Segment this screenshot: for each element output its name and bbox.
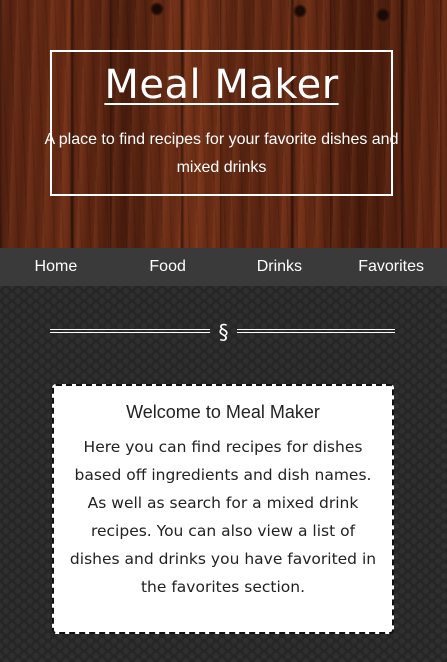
main-content: § Welcome to Meal Maker Here you can fin… [0,286,447,662]
site-subtitle: A place to find recipes for your favorit… [44,131,399,176]
hero-title-box: Meal Maker A place to find recipes for y… [45,50,398,196]
section-sign-icon: § [218,320,229,344]
wood-knot [150,2,164,16]
nav-home[interactable]: Home [0,258,112,276]
wood-knot [376,8,390,22]
wood-knot [293,4,307,18]
main-nav: Home Food Drinks Favorites [0,248,447,286]
section-divider: § [50,318,395,348]
welcome-card: Welcome to Meal Maker Here you can find … [52,384,394,634]
divider-line-left [50,329,210,333]
nav-favorites[interactable]: Favorites [335,258,447,276]
divider-line-right [237,329,395,333]
hero-banner: Meal Maker A place to find recipes for y… [0,0,447,248]
site-title[interactable]: Meal Maker [52,62,391,108]
nav-drinks[interactable]: Drinks [224,258,336,276]
welcome-title: Welcome to Meal Maker [126,402,320,422]
welcome-text: Here you can find recipes for dishes bas… [69,438,377,596]
nav-food[interactable]: Food [112,258,224,276]
page: Meal Maker A place to find recipes for y… [0,0,447,662]
